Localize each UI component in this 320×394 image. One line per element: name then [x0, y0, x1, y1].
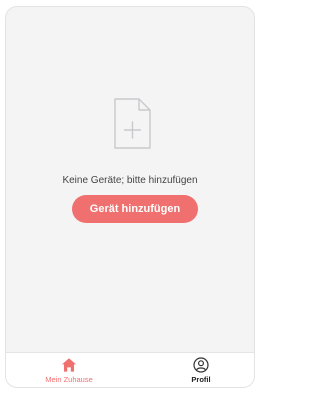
nav-item-profile[interactable]: Profil: [156, 357, 246, 384]
empty-state-message: Keine Geräte; bitte hinzufügen: [62, 175, 198, 186]
nav-item-home[interactable]: Mein Zuhause: [24, 357, 114, 384]
app-screen: Keine Geräte; bitte hinzufügen Gerät hin…: [5, 6, 255, 388]
add-device-button[interactable]: Gerät hinzufügen: [72, 195, 198, 223]
home-icon: [62, 358, 76, 372]
nav-label-home: Mein Zuhause: [45, 375, 93, 384]
nav-label-profile: Profil: [191, 375, 211, 384]
add-file-icon: [114, 98, 151, 149]
bottom-navigation: Mein Zuhause Profil: [6, 352, 254, 387]
profile-icon: [193, 357, 209, 373]
